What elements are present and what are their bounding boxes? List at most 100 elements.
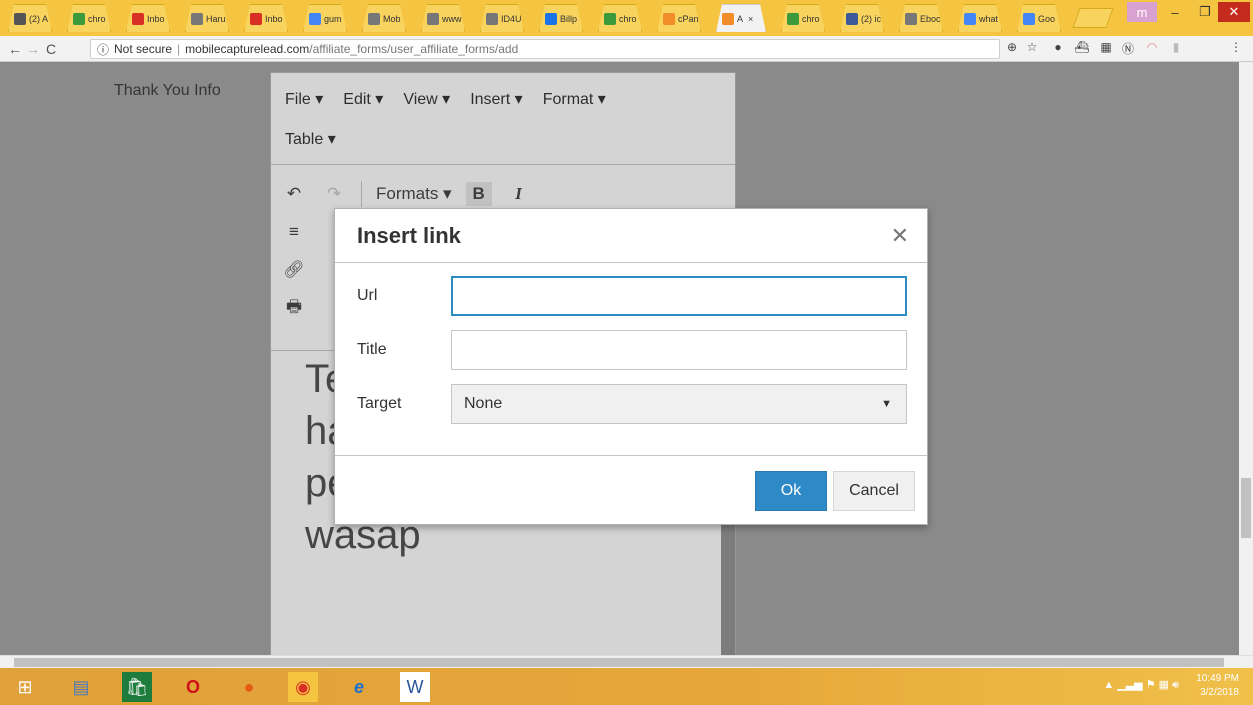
- tab-favicon-icon: [604, 13, 616, 25]
- tab-favicon-icon: [905, 13, 917, 25]
- tab-label: Goo: [1038, 13, 1056, 24]
- tab-favicon-icon: [368, 13, 380, 25]
- tab-close-icon[interactable]: ×: [748, 14, 753, 24]
- tab-favicon-icon: [722, 13, 734, 25]
- browser-tab[interactable]: ID4U: [480, 4, 524, 32]
- browser-tab[interactable]: Inbo: [126, 4, 170, 32]
- insert-link-dialog: Insert link ✕ Url Title Target None ▼ Ok: [334, 208, 928, 525]
- browser-tab[interactable]: chro: [781, 4, 825, 32]
- browser-tab[interactable]: chro: [598, 4, 642, 32]
- extension-circle-icon[interactable]: ●: [1050, 40, 1066, 56]
- tab-label: chro: [88, 13, 106, 24]
- browser-tab[interactable]: (2) ic: [840, 4, 884, 32]
- close-icon[interactable]: ✕: [891, 223, 909, 249]
- tab-label: cPan: [678, 13, 699, 24]
- tab-label: Inbo: [265, 13, 283, 24]
- cancel-button[interactable]: Cancel: [833, 471, 915, 511]
- url-text: mobilecapturelead.com/affiliate_forms/us…: [185, 42, 518, 56]
- browser-tab[interactable]: Inbo: [244, 4, 288, 32]
- url-path: /affiliate_forms/user_affiliate_forms/ad…: [309, 42, 519, 56]
- bookmark-star-icon[interactable]: ☆: [1024, 40, 1040, 56]
- page-vertical-scrollbar[interactable]: [1239, 62, 1253, 655]
- browser-tab[interactable]: (2) A: [8, 4, 52, 32]
- store-icon[interactable]: 🛍︎: [122, 672, 152, 702]
- browser-tab[interactable]: Haru: [185, 4, 229, 32]
- info-icon[interactable]: ⓘ: [97, 41, 109, 58]
- url-bar[interactable]: ⓘ Not secure | mobilecapturelead.com/aff…: [90, 39, 1000, 59]
- tab-favicon-icon: [545, 13, 557, 25]
- tab-favicon-icon: [250, 13, 262, 25]
- minimize-icon[interactable]: –: [1160, 2, 1190, 22]
- file-explorer-icon[interactable]: ▤: [66, 672, 96, 702]
- browser-tab[interactable]: what: [958, 4, 1002, 32]
- browser-tab[interactable]: A ×: [716, 4, 766, 32]
- user-profile-badge[interactable]: m: [1127, 2, 1157, 22]
- tray-icons[interactable]: ▲ ▁▃▅ ⚑ ▦ 🔊︎: [1103, 678, 1179, 692]
- title-label: Title: [357, 341, 387, 358]
- back-icon[interactable]: ←: [6, 41, 24, 57]
- page-horizontal-scrollbar[interactable]: [0, 655, 1253, 668]
- dialog-header: Insert link ✕: [335, 209, 927, 263]
- vertical-scroll-thumb[interactable]: [1241, 478, 1251, 538]
- extension-face-icon[interactable]: ◠: [1144, 40, 1160, 56]
- target-row: Target None ▼: [357, 383, 907, 425]
- horizontal-scroll-thumb[interactable]: [14, 658, 1224, 667]
- target-select[interactable]: None ▼: [451, 384, 907, 424]
- browser-tab[interactable]: Mob: [362, 4, 406, 32]
- tab-favicon-icon: [132, 13, 144, 25]
- extension-flag-icon[interactable]: ▮: [1168, 40, 1184, 56]
- maximize-icon[interactable]: ❐: [1190, 2, 1220, 22]
- chrome-icon[interactable]: ◉: [288, 672, 318, 702]
- tab-favicon-icon: [1023, 13, 1035, 25]
- browser-tab[interactable]: www: [421, 4, 465, 32]
- browser-tab[interactable]: Billp: [539, 4, 583, 32]
- tab-favicon-icon: [191, 13, 203, 25]
- ok-button[interactable]: Ok: [755, 471, 827, 511]
- dialog-body: Url Title Target None ▼: [335, 263, 927, 456]
- tab-favicon-icon: [427, 13, 439, 25]
- tab-label: Inbo: [147, 13, 165, 24]
- reload-icon[interactable]: C: [42, 41, 60, 57]
- url-field[interactable]: [451, 276, 907, 316]
- word-icon[interactable]: W: [400, 672, 430, 702]
- clock-time[interactable]: 10:49 PM: [1196, 672, 1239, 686]
- page-content: Thank You Info File ▾ Edit ▾ View ▾ Insert …: [0, 62, 1239, 655]
- tab-strip: m – ❐ ✕ (2) A chro Inbo Haru Inbo gum Mob www ID…: [0, 0, 1253, 36]
- tab-label: (2) ic: [861, 13, 881, 24]
- browser-tab[interactable]: Goo: [1017, 4, 1061, 32]
- windows-start-icon[interactable]: ⊞: [10, 672, 40, 702]
- url-row: Url: [357, 275, 907, 317]
- browser-menu-icon[interactable]: ⋮: [1228, 40, 1244, 56]
- browser-tab[interactable]: chro: [67, 4, 111, 32]
- tab-label: what: [979, 13, 999, 24]
- tab-favicon-icon: [846, 13, 858, 25]
- clock-date[interactable]: 3/2/2018: [1196, 686, 1239, 700]
- extension-n-icon[interactable]: Ⓝ: [1120, 40, 1136, 56]
- chevron-down-icon: ▼: [881, 398, 892, 410]
- tab-label: gum: [324, 13, 342, 24]
- window-close-icon[interactable]: ✕: [1218, 2, 1250, 22]
- forward-icon[interactable]: →: [24, 41, 42, 57]
- url-label: Url: [357, 287, 378, 304]
- browser-tab[interactable]: gum: [303, 4, 347, 32]
- opera-icon[interactable]: O: [178, 672, 208, 702]
- extension-boat-icon[interactable]: ⛴: [1074, 40, 1090, 56]
- tab-favicon-icon: [964, 13, 976, 25]
- new-tab-button[interactable]: [1072, 8, 1114, 28]
- tab-favicon-icon: [309, 13, 321, 25]
- title-field[interactable]: [451, 330, 907, 370]
- browser-tab[interactable]: cPan: [657, 4, 701, 32]
- windows-taskbar: ⊞ ▤ 🛍︎ O ● ◉ e W ▲ ▁▃▅ ⚑ ▦ 🔊︎ 10:49 PM 3…: [0, 668, 1253, 705]
- browser-tab[interactable]: Eboc: [899, 4, 943, 32]
- zoom-icon[interactable]: ⊕: [1004, 40, 1020, 56]
- internet-explorer-icon[interactable]: e: [344, 672, 374, 702]
- tab-label: ID4U: [501, 13, 522, 24]
- tab-label: Haru: [206, 13, 226, 24]
- tab-favicon-icon: [663, 13, 675, 25]
- dialog-title: Insert link: [357, 223, 461, 248]
- tab-favicon-icon: [787, 13, 799, 25]
- tab-label: Billp: [560, 13, 578, 24]
- extension-grid-icon[interactable]: ▦: [1098, 40, 1114, 56]
- tab-label: www: [442, 13, 462, 24]
- firefox-icon[interactable]: ●: [234, 672, 264, 702]
